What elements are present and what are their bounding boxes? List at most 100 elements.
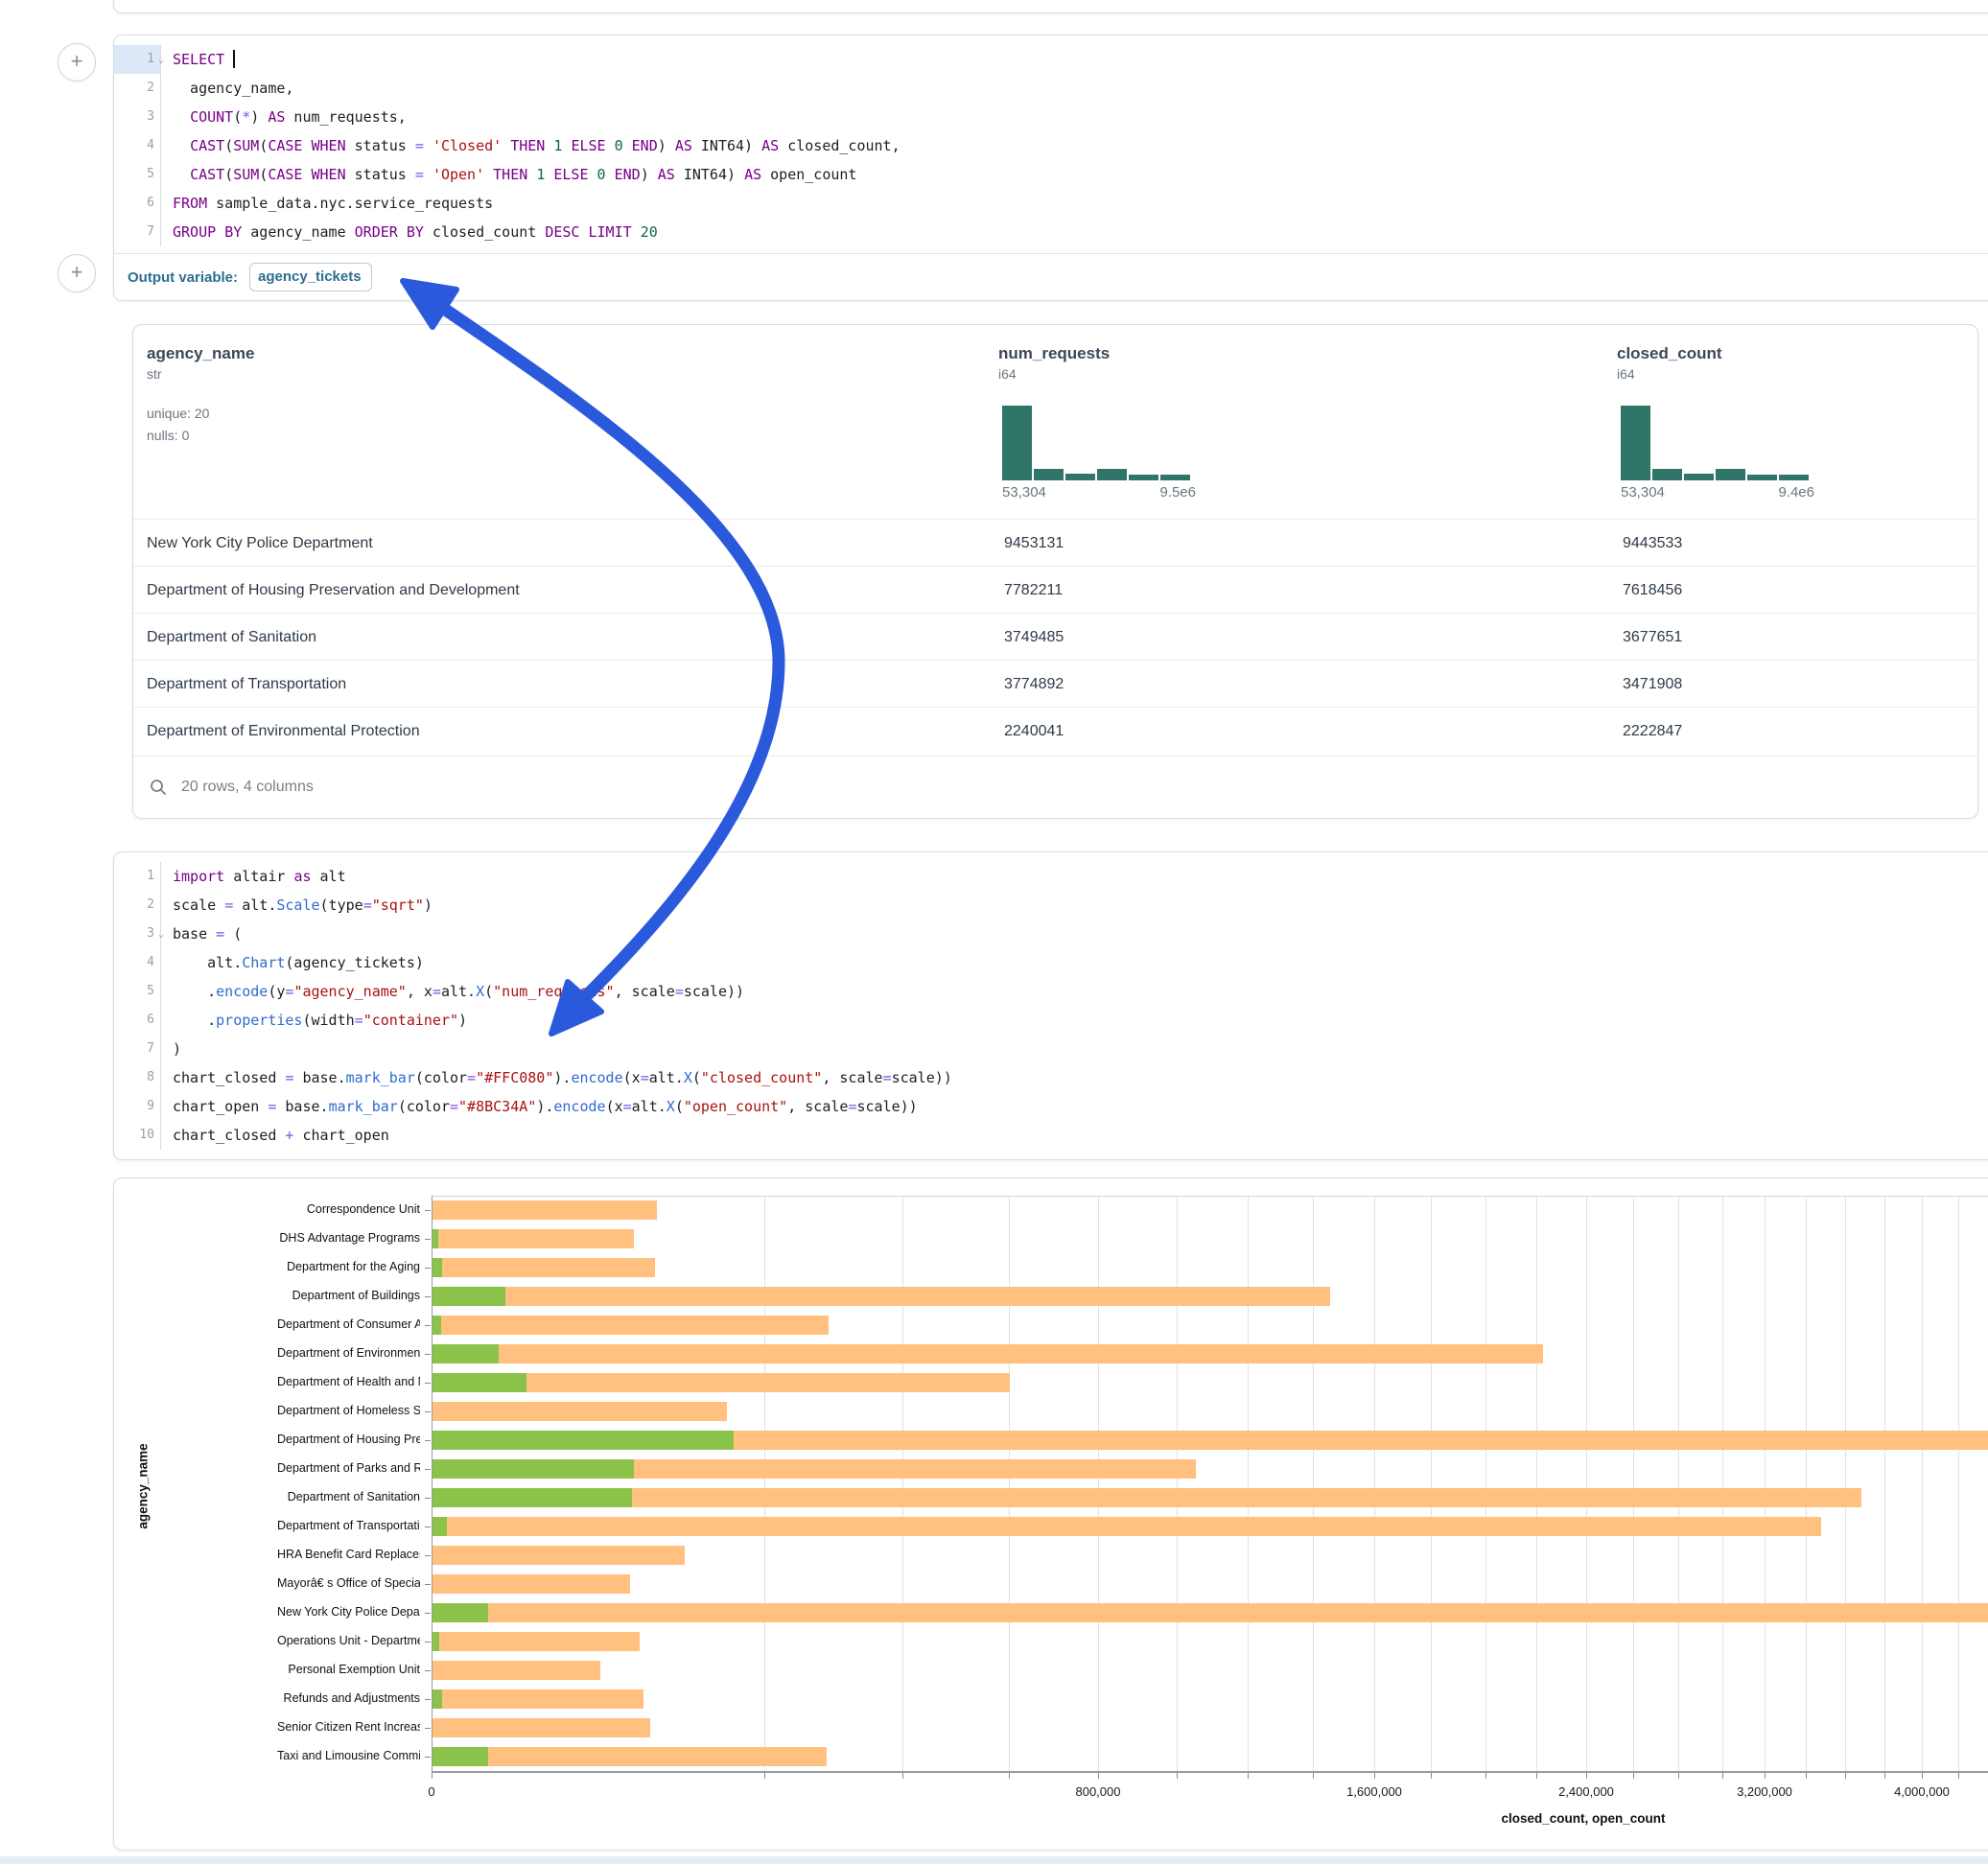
chart-y-axis-label: DHS Advantage Programs — [277, 1231, 420, 1245]
y-axis-domain-line — [432, 1196, 433, 1771]
column-header-agency-name[interactable]: agency_name str unique: 20 nulls: 0 — [147, 344, 254, 447]
table-cell: 3774892 — [1004, 661, 1064, 708]
bar-open-count — [433, 1229, 438, 1248]
chart-gridline — [1678, 1196, 1679, 1771]
fold-chevron-icon[interactable]: ⌄ — [158, 920, 164, 949]
column-header-closed-count[interactable]: closed_count i64 — [1617, 344, 1722, 382]
table-row[interactable]: Department of Sanitation37494853677651 — [133, 613, 1977, 661]
bar-closed-count — [433, 1344, 1543, 1363]
bar-closed-count — [433, 1574, 630, 1594]
chart-y-axis-label: Department of Parks and Recreation — [277, 1461, 420, 1475]
chart-x-tick — [1586, 1773, 1587, 1779]
bar-open-count — [433, 1459, 634, 1479]
chart-y-tick — [425, 1526, 431, 1527]
bar-closed-count — [433, 1517, 1821, 1536]
table-cell: 3471908 — [1623, 661, 1682, 708]
chart-y-axis-label: Department of Transportation — [277, 1519, 420, 1532]
add-cell-button[interactable]: + — [58, 43, 96, 82]
bar-closed-count — [433, 1316, 829, 1335]
chart-y-axis-label: Department of Housing Preservation … — [277, 1433, 420, 1446]
chart-y-axis-label: Department of Sanitation — [277, 1490, 420, 1503]
chart-gridline — [1009, 1196, 1010, 1771]
bar-open-count — [433, 1316, 441, 1335]
chart-x-tick — [1536, 1773, 1537, 1779]
chart-y-axis-label: Personal Exemption Unit — [277, 1663, 420, 1676]
chart-y-axis-label: Refunds and Adjustments — [277, 1691, 420, 1705]
sql-code-editor[interactable]: 1⌄234567 SELECT agency_name, COUNT(*) AS… — [114, 35, 1988, 256]
chart-y-axis-label: Mayorâ€ s Office of Special Enforce… — [277, 1576, 420, 1590]
table-cell: Department of Housing Preservation and D… — [147, 567, 520, 614]
chart-gridline — [764, 1196, 765, 1771]
chart-y-axis-title: agency_name — [136, 1443, 151, 1528]
table-cell: 9443533 — [1623, 520, 1682, 567]
fold-chevron-icon[interactable]: ⌄ — [158, 46, 164, 75]
dataframe-preview-card: agency_name str unique: 20 nulls: 0 num_… — [132, 324, 1978, 819]
bar-open-count — [433, 1603, 488, 1622]
chart-gridline — [1958, 1196, 1959, 1771]
chart-y-tick — [425, 1239, 431, 1240]
table-row[interactable]: New York City Police Department945313194… — [133, 519, 1977, 567]
bar-open-count — [433, 1488, 632, 1507]
table-row[interactable]: Department of Transportation377489234719… — [133, 660, 1977, 708]
chart-gridline — [1633, 1196, 1634, 1771]
sql-cell: 1⌄234567 SELECT agency_name, COUNT(*) AS… — [113, 35, 1988, 301]
chart-x-tick — [1922, 1773, 1923, 1779]
python-cell: 123⌄45678910 import altair as altscale =… — [113, 851, 1988, 1160]
chart-gridline — [1845, 1196, 1846, 1771]
bar-closed-count — [433, 1632, 640, 1651]
bar-open-count — [433, 1344, 499, 1363]
python-code-editor[interactable]: 123⌄45678910 import altair as altscale =… — [114, 852, 1988, 1159]
chart-y-axis-label: HRA Benefit Card Replacement — [277, 1548, 420, 1561]
chart-x-tick — [1374, 1773, 1375, 1779]
chart-y-tick — [425, 1670, 431, 1671]
table-row[interactable]: Department of Housing Preservation and D… — [133, 566, 1977, 614]
chart-card: Correspondence UnitDHS Advantage Program… — [113, 1177, 1988, 1851]
add-cell-button[interactable]: + — [58, 254, 96, 292]
search-icon[interactable] — [149, 778, 168, 797]
chart-x-tick — [1722, 1773, 1723, 1779]
chart-x-tick-label: 800,000 — [1076, 1784, 1121, 1799]
chart-x-tick — [1806, 1773, 1807, 1779]
chart-gridline — [1313, 1196, 1314, 1771]
bar-open-count — [433, 1258, 442, 1277]
row-count-label: 20 rows, 4 columns — [181, 779, 314, 796]
chart-y-axis-label: Department for the Aging — [277, 1260, 420, 1273]
bar-open-count — [433, 1632, 439, 1651]
chart-gridline — [1485, 1196, 1486, 1771]
chart-x-tick-label: 4,000,000 — [1894, 1784, 1950, 1799]
chart-x-tick — [1313, 1773, 1314, 1779]
chart-y-tick — [425, 1325, 431, 1326]
chart-y-tick — [425, 1411, 431, 1412]
chart-y-tick — [425, 1613, 431, 1614]
chart-y-tick — [425, 1728, 431, 1729]
chart-x-axis-title: closed_count, open_count — [1501, 1811, 1665, 1826]
column-meta-nulls: nulls: 0 — [147, 425, 254, 447]
chart-gridline — [1374, 1196, 1375, 1771]
chart-x-tick — [1177, 1773, 1178, 1779]
column-meta-unique: unique: 20 — [147, 403, 254, 425]
page-bottom-strip — [0, 1856, 1988, 1864]
chart-y-tick — [425, 1757, 431, 1758]
chart-x-tick — [1633, 1773, 1634, 1779]
bar-open-count — [433, 1431, 734, 1450]
chart-y-axis-label: Senior Citizen Rent Increase Exempti… — [277, 1720, 420, 1734]
chart-gridline — [1098, 1196, 1099, 1771]
bar-closed-count — [433, 1661, 600, 1680]
output-variable-strip: Output variable: agency_tickets — [114, 253, 1988, 300]
column-histogram-num-requests: 53,3049.5e6 — [1002, 404, 1190, 480]
table-row[interactable]: Department of Environmental Protection22… — [133, 707, 1977, 755]
bar-open-count — [433, 1373, 526, 1392]
chart-gridline — [1431, 1196, 1432, 1771]
bar-closed-count — [433, 1747, 827, 1766]
column-header-num-requests[interactable]: num_requests i64 — [998, 344, 1110, 382]
plot-border-top — [432, 1196, 1988, 1197]
chart-y-tick — [425, 1498, 431, 1499]
output-variable-input[interactable]: agency_tickets — [249, 263, 372, 291]
table-cell: 2240041 — [1004, 708, 1064, 755]
table-cell: 2222847 — [1623, 708, 1682, 755]
table-cell: 7782211 — [1004, 567, 1063, 614]
chart-gridline — [1722, 1196, 1723, 1771]
chart-x-tick — [764, 1773, 765, 1779]
bar-closed-count — [433, 1229, 634, 1248]
chart-x-tick — [1098, 1773, 1099, 1779]
